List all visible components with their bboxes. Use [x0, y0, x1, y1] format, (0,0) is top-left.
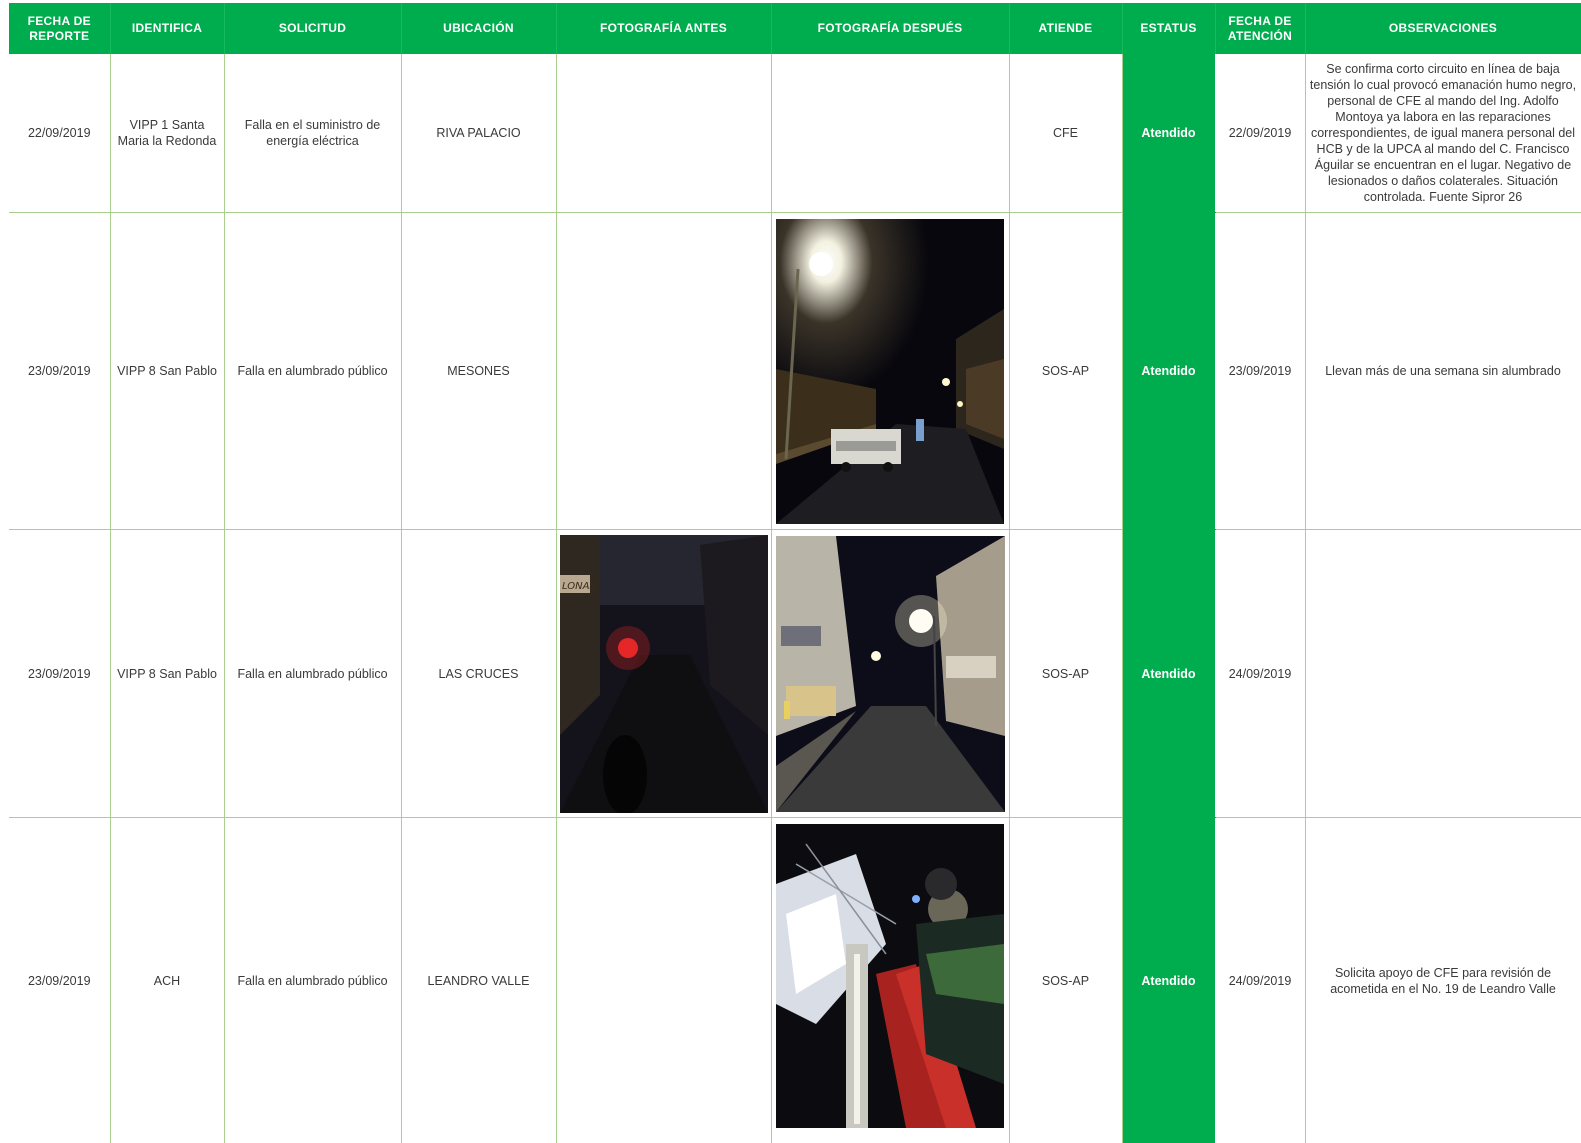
cell-foto-antes[interactable]: [556, 54, 772, 213]
cell-ubicacion[interactable]: LEANDRO VALLE: [401, 817, 557, 1143]
cell-solicitud[interactable]: Falla en el suministro de energía eléctr…: [224, 54, 402, 213]
header-row: FECHA DE REPORTE IDENTIFICA SOLICITUD UB…: [9, 3, 1581, 54]
header-foto-antes[interactable]: FOTOGRAFÍA ANTES: [556, 3, 772, 54]
cell-ubicacion[interactable]: LAS CRUCES: [401, 529, 557, 818]
night-street-lamp-repair-truck-photo[interactable]: [776, 218, 1004, 524]
table-row: 23/09/2019 VIPP 8 San Pablo Falla en alu…: [9, 212, 1581, 530]
status-badge[interactable]: Atendido: [1122, 54, 1216, 213]
header-foto-despues[interactable]: FOTOGRAFÍA DESPUÉS: [771, 3, 1010, 54]
cell-foto-despues[interactable]: [771, 529, 1010, 818]
cell-fecha-reporte[interactable]: 23/09/2019: [9, 817, 111, 1143]
cell-foto-despues[interactable]: [771, 54, 1010, 213]
status-badge[interactable]: Atendido: [1122, 817, 1216, 1143]
cell-solicitud[interactable]: Falla en alumbrado público: [224, 212, 402, 530]
header-fecha-atencion[interactable]: FECHA DE ATENCIÓN: [1215, 3, 1306, 54]
cell-fecha-atencion[interactable]: 24/09/2019: [1215, 817, 1306, 1143]
lit-street-after-photo[interactable]: [775, 535, 1005, 812]
cell-ubicacion[interactable]: RIVA PALACIO: [401, 54, 557, 213]
table-row: 23/09/2019 VIPP 8 San Pablo Falla en alu…: [9, 529, 1581, 818]
cell-fecha-reporte[interactable]: 22/09/2019: [9, 54, 111, 213]
cell-foto-antes[interactable]: [556, 212, 772, 530]
cell-atiende[interactable]: SOS-AP: [1009, 212, 1123, 530]
header-observaciones[interactable]: OBSERVACIONES: [1305, 3, 1581, 54]
cell-fecha-reporte[interactable]: 23/09/2019: [9, 212, 111, 530]
lonas-sign-text: LONAS: [562, 581, 596, 592]
cell-solicitud[interactable]: Falla en alumbrado público: [224, 529, 402, 818]
report-table-container: FECHA DE REPORTE IDENTIFICA SOLICITUD UB…: [9, 3, 1581, 1143]
cell-identifica[interactable]: VIPP 8 San Pablo: [110, 529, 225, 818]
cell-fecha-atencion[interactable]: 23/09/2019: [1215, 212, 1306, 530]
cell-foto-antes[interactable]: [556, 817, 772, 1143]
cell-foto-despues[interactable]: [771, 817, 1010, 1143]
header-identifica[interactable]: IDENTIFICA: [110, 3, 225, 54]
cell-fecha-atencion[interactable]: 22/09/2019: [1215, 54, 1306, 213]
cell-foto-antes[interactable]: LONAS: [556, 529, 772, 818]
cell-fecha-atencion[interactable]: 24/09/2019: [1215, 529, 1306, 818]
dark-street-before-photo[interactable]: LONAS: [559, 534, 768, 813]
status-badge[interactable]: Atendido: [1122, 529, 1216, 818]
cell-atiende[interactable]: SOS-AP: [1009, 817, 1123, 1143]
status-badge[interactable]: Atendido: [1122, 212, 1216, 530]
worker-checking-wiring-photo[interactable]: [776, 823, 1004, 1128]
cell-observaciones[interactable]: [1305, 529, 1581, 818]
header-fecha-reporte[interactable]: FECHA DE REPORTE: [9, 3, 111, 54]
cell-identifica[interactable]: VIPP 8 San Pablo: [110, 212, 225, 530]
table-row: 23/09/2019 ACH Falla en alumbrado públic…: [9, 817, 1581, 1143]
cell-solicitud[interactable]: Falla en alumbrado público: [224, 817, 402, 1143]
header-ubicacion[interactable]: UBICACIÓN: [401, 3, 557, 54]
cell-identifica[interactable]: VIPP 1 Santa Maria la Redonda: [110, 54, 225, 213]
cell-atiende[interactable]: SOS-AP: [1009, 529, 1123, 818]
cell-fecha-reporte[interactable]: 23/09/2019: [9, 529, 111, 818]
header-estatus[interactable]: ESTATUS: [1122, 3, 1216, 54]
header-solicitud[interactable]: SOLICITUD: [224, 3, 402, 54]
report-table: FECHA DE REPORTE IDENTIFICA SOLICITUD UB…: [9, 3, 1581, 1143]
cell-observaciones[interactable]: Se confirma corto circuito en línea de b…: [1305, 54, 1581, 213]
cell-ubicacion[interactable]: MESONES: [401, 212, 557, 530]
cell-atiende[interactable]: CFE: [1009, 54, 1123, 213]
cell-observaciones[interactable]: Solicita apoyo de CFE para revisión de a…: [1305, 817, 1581, 1143]
cell-foto-despues[interactable]: [771, 212, 1010, 530]
cell-identifica[interactable]: ACH: [110, 817, 225, 1143]
header-atiende[interactable]: ATIENDE: [1009, 3, 1123, 54]
cell-observaciones[interactable]: Llevan más de una semana sin alumbrado: [1305, 212, 1581, 530]
table-row: 22/09/2019 VIPP 1 Santa Maria la Redonda…: [9, 54, 1581, 213]
